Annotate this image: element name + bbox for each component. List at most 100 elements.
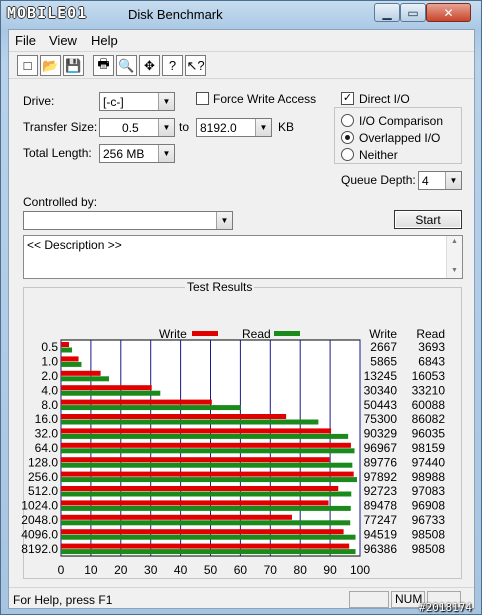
menu-view[interactable]: View (49, 33, 77, 48)
print-icon: 🖶 (97, 55, 110, 71)
write-bar (61, 385, 152, 391)
write-value: 90329 (364, 427, 398, 441)
toolbar: □ 📂 💾 🖶 🔍 ✥ ? ↖? (9, 51, 474, 79)
minimize-button[interactable]: ▁ (374, 3, 400, 22)
chevron-down-icon: ▼ (158, 119, 174, 136)
write-bar (61, 414, 287, 419)
transfer-size-to-value: 8192.0 (200, 121, 237, 135)
transfer-size-from-value: 0.5 (122, 121, 139, 135)
y-tick-label: 2.0 (41, 369, 58, 383)
total-length-label: Total Length: (23, 146, 92, 160)
read-value: 16053 (412, 369, 446, 383)
y-tick-label: 64.0 (35, 441, 59, 455)
overlapped-io-radio[interactable] (341, 131, 354, 144)
write-bar (61, 514, 292, 520)
x-tick-label: 30 (144, 563, 158, 577)
y-tick-label: 1.0 (41, 355, 58, 369)
direct-io-checkbox[interactable]: ✓ (341, 92, 354, 105)
chevron-down-icon: ▼ (158, 93, 174, 110)
read-bar (61, 549, 356, 555)
description-text: << Description >> (27, 238, 122, 252)
chevron-down-icon: ▼ (445, 172, 461, 189)
read-bar (61, 376, 109, 382)
read-value: 96733 (412, 513, 446, 527)
write-column-header: Write (369, 327, 397, 341)
queue-depth-value: 4 (422, 174, 429, 188)
read-bar (61, 505, 351, 511)
read-bar (61, 390, 161, 396)
controlled-by-select[interactable]: ▼ (23, 211, 233, 230)
print-button[interactable]: 🖶 (93, 55, 114, 76)
write-value: 77247 (364, 513, 398, 527)
read-value: 97083 (412, 484, 446, 498)
open-button[interactable]: 📂 (40, 55, 61, 76)
legend-read-label: Read (242, 327, 271, 341)
save-button[interactable]: 💾 (63, 55, 84, 76)
write-value: 97892 (364, 470, 398, 484)
queue-depth-select[interactable]: 4 ▼ (418, 171, 462, 190)
y-tick-label: 0.5 (41, 340, 58, 354)
write-value: 30340 (364, 383, 398, 397)
y-tick-label: 512.0 (28, 484, 58, 498)
move-button[interactable]: ✥ (139, 55, 160, 76)
write-value: 5865 (370, 355, 397, 369)
write-value: 94519 (364, 527, 398, 541)
x-tick-label: 100 (350, 563, 370, 577)
menu-help[interactable]: Help (91, 33, 118, 48)
write-value: 50443 (364, 398, 398, 412)
neither-radio[interactable] (341, 148, 354, 161)
client-area: File View Help □ 📂 💾 🖶 🔍 ✥ ? ↖? Drive: [… (8, 29, 475, 609)
write-bar (61, 457, 330, 463)
transfer-size-from-select[interactable]: 0.5 ▼ (99, 118, 175, 137)
y-tick-label: 8.0 (41, 398, 58, 412)
queue-depth-label: Queue Depth: (341, 173, 416, 187)
x-tick-label: 0 (58, 563, 65, 577)
write-bar (61, 342, 69, 347)
read-bar (61, 534, 356, 540)
new-file-button[interactable]: □ (17, 55, 38, 76)
write-bar (61, 500, 329, 506)
overlapped-io-label: Overlapped I/O (359, 131, 441, 145)
write-value: 2667 (370, 340, 397, 354)
write-bar (61, 442, 351, 448)
status-pane-1 (349, 591, 389, 608)
read-bar (61, 448, 355, 454)
description-box[interactable]: << Description >> ▲ ▼ (23, 235, 463, 279)
transfer-size-to-select[interactable]: 8192.0 ▼ (196, 118, 272, 137)
context-help-button[interactable]: ↖? (185, 55, 206, 76)
menu-file[interactable]: File (15, 33, 36, 48)
read-bar (61, 347, 73, 353)
read-bar (61, 419, 319, 425)
write-bar (61, 399, 212, 405)
start-button[interactable]: Start (394, 210, 462, 229)
y-tick-label: 2048.0 (21, 513, 58, 527)
io-comparison-radio[interactable] (341, 114, 354, 127)
logo: MOBILE01 (7, 4, 88, 22)
force-write-checkbox[interactable] (196, 92, 209, 105)
title-bar[interactable]: MOBILE01 Disk Benchmark ▁ ▭ ✕ (1, 1, 481, 29)
maximize-button[interactable]: ▭ (400, 3, 426, 22)
close-icon: ✕ (443, 5, 454, 20)
print-preview-button[interactable]: 🔍 (116, 55, 137, 76)
scroll-down-icon[interactable]: ▼ (451, 267, 458, 274)
direct-io-label: Direct I/O (359, 92, 410, 106)
scroll-up-icon[interactable]: ▲ (451, 238, 458, 245)
legend-read-swatch (274, 331, 300, 336)
app-window: MOBILE01 Disk Benchmark ▁ ▭ ✕ File View … (0, 0, 482, 615)
maximize-icon: ▭ (407, 5, 419, 20)
read-value: 98159 (412, 441, 446, 455)
read-value: 60088 (412, 398, 446, 412)
help-button[interactable]: ? (162, 55, 183, 76)
move-icon: ✥ (144, 57, 155, 73)
total-length-select[interactable]: 256 MB ▼ (99, 144, 175, 163)
description-scrollbar[interactable]: ▲ ▼ (446, 236, 462, 278)
y-tick-label: 256.0 (28, 470, 58, 484)
write-bar (61, 529, 344, 535)
write-value: 75300 (364, 412, 398, 426)
x-tick-label: 20 (114, 563, 128, 577)
watermark: #2018174 (419, 601, 472, 614)
y-tick-label: 32.0 (35, 427, 59, 441)
y-tick-label: 4096.0 (21, 527, 58, 541)
close-button[interactable]: ✕ (426, 3, 471, 22)
drive-select[interactable]: [-c-] ▼ (99, 92, 175, 111)
